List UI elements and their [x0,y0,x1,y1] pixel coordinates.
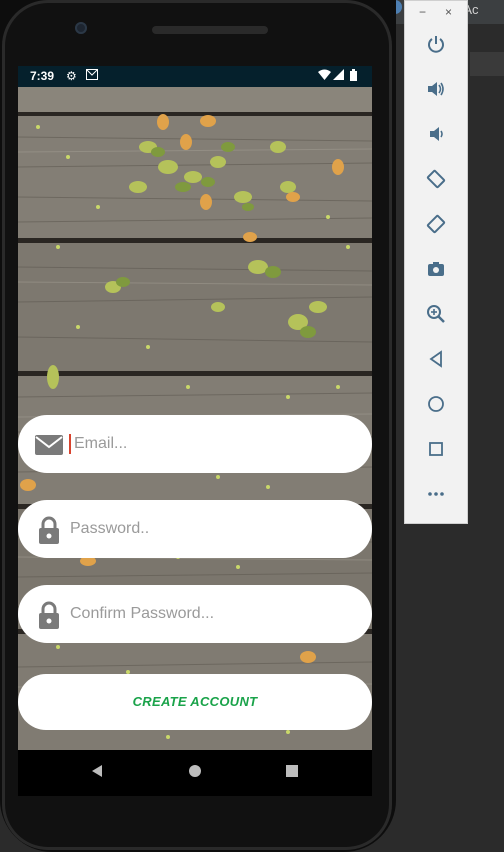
password-field[interactable]: Password.. [18,500,372,558]
earpiece-speaker [152,26,268,34]
power-icon[interactable] [419,31,453,65]
emulator-toolbar: − × [404,0,468,524]
wifi-icon [318,69,331,83]
minimize-button[interactable]: − [419,5,426,19]
gmail-icon [86,69,98,83]
mail-icon [35,435,63,455]
camera-icon[interactable] [419,256,453,290]
confirm-password-input[interactable]: Confirm Password... [70,605,214,623]
password-input[interactable]: Password.. [70,520,149,538]
status-time: 7:39 [30,69,55,83]
more-icon[interactable] [419,481,453,515]
battery-icon [350,69,357,84]
rotate-right-icon[interactable] [419,211,453,245]
ide-tab [470,52,504,76]
zoom-icon[interactable] [419,301,453,335]
create-account-button[interactable]: CREATE ACCOUNT [18,674,372,730]
confirm-password-field[interactable]: Confirm Password... [18,585,372,643]
front-camera [75,22,87,34]
volume-up-icon[interactable] [419,76,453,110]
create-account-label: CREATE ACCOUNT [132,694,258,709]
status-bar: 7:39 ⚙ [18,66,372,87]
signal-icon [333,69,344,83]
email-input[interactable]: Email... [74,435,127,453]
settings-icon: ⚙ [66,69,77,83]
recents-icon[interactable] [285,764,299,783]
lock-icon [39,516,59,544]
device-screen: 7:39 ⚙ Email... Password.. Confirm Passw… [18,66,372,750]
text-cursor [69,434,71,454]
back-icon[interactable] [90,764,104,783]
lock-icon [39,601,59,629]
rotate-left-icon[interactable] [419,166,453,200]
volume-down-icon[interactable] [419,121,453,155]
email-field[interactable]: Email... [18,415,372,473]
home-icon[interactable] [419,391,453,425]
navigation-bar [18,750,372,796]
back-icon[interactable] [419,346,453,380]
home-icon[interactable] [188,764,202,783]
overview-icon[interactable] [419,436,453,470]
close-button[interactable]: × [445,5,452,19]
